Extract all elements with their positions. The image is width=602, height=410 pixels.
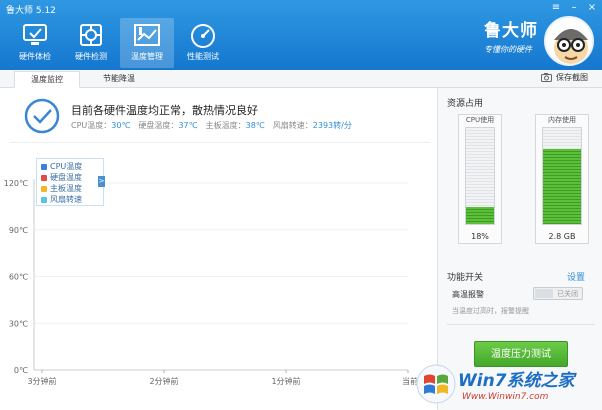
legend-item-board[interactable]: 主板温度 bbox=[41, 183, 99, 194]
save-screenshot-button[interactable]: 保存截图 bbox=[541, 72, 588, 83]
nav-label: 硬件检测 bbox=[75, 52, 107, 61]
chart-legend: CPU温度 硬盘温度 主板温度 风扇转速 bbox=[36, 158, 104, 206]
header: 鲁大师 5.12 ≡ – × 硬件体检 硬件检测 温度管理 性能测试 鲁大师 专… bbox=[0, 0, 602, 70]
window-controls: ≡ – × bbox=[550, 2, 598, 13]
board-temperature: 主板温度：38℃ bbox=[205, 121, 265, 130]
site-watermark: Win7系统之家 Www.Winwin7.com bbox=[412, 360, 602, 410]
legend-swatch bbox=[41, 196, 47, 203]
x-tick-label: 2分钟前 bbox=[149, 376, 178, 386]
nav-label: 性能测试 bbox=[187, 52, 219, 61]
y-tick-label: 30℃ bbox=[9, 319, 28, 328]
gauge-track bbox=[465, 127, 495, 225]
main-nav: 硬件体检 硬件检测 温度管理 性能测试 bbox=[8, 18, 232, 68]
disk-temperature: 硬盘温度：37℃ bbox=[138, 121, 198, 130]
legend-collapse-button[interactable]: > bbox=[98, 176, 105, 187]
tab-bar: 温度监控 节能降温 bbox=[0, 70, 602, 88]
nav-hardware-checkup[interactable]: 硬件体检 bbox=[8, 18, 62, 68]
app-title: 鲁大师 5.12 bbox=[6, 6, 56, 16]
nav-temperature-management[interactable]: 温度管理 bbox=[120, 18, 174, 68]
circuit-board-icon bbox=[80, 24, 102, 46]
memory-usage-label: 内存使用 bbox=[548, 116, 576, 124]
high-temp-alarm-toggle[interactable]: 已关闭 bbox=[533, 287, 583, 300]
y-tick-label: 60℃ bbox=[9, 273, 28, 282]
speedometer-icon bbox=[191, 24, 215, 48]
nav-performance-test[interactable]: 性能测试 bbox=[176, 18, 230, 68]
nav-label: 硬件体检 bbox=[19, 52, 51, 61]
monitor-check-icon bbox=[23, 24, 47, 45]
resource-usage-title: 资源占用 bbox=[447, 99, 484, 109]
high-temp-alarm-description: 当温度过高时，报警提醒 bbox=[452, 307, 529, 315]
cpu-usage-gauge: CPU使用 18% bbox=[458, 114, 502, 244]
memory-usage-fill bbox=[543, 149, 581, 224]
status-ok-icon bbox=[24, 98, 60, 134]
toggle-knob bbox=[535, 289, 553, 298]
thermometer-chart-icon bbox=[134, 24, 160, 46]
toggle-state: 已关闭 bbox=[557, 290, 578, 298]
legend-item-fan[interactable]: 风扇转速 bbox=[41, 194, 99, 205]
feature-switches-title: 功能开关 bbox=[447, 273, 484, 283]
fan-speed: 风扇转速：2393转/分 bbox=[272, 121, 352, 130]
tab-temperature-monitor[interactable]: 温度监控 bbox=[14, 71, 80, 88]
cpu-usage-fill bbox=[466, 206, 494, 224]
windows-logo-icon bbox=[416, 364, 456, 404]
camera-icon bbox=[541, 73, 552, 82]
minimize-icon[interactable]: – bbox=[568, 2, 580, 13]
memory-usage-value: 2.8 GB bbox=[548, 232, 576, 241]
y-tick-label: 120℃ bbox=[4, 179, 28, 188]
high-temp-alarm-label: 高温报警 bbox=[452, 290, 484, 299]
legend-swatch bbox=[41, 185, 47, 192]
settings-link[interactable]: 设置 bbox=[567, 270, 585, 283]
x-tick-label: 3分钟前 bbox=[27, 376, 56, 386]
divider bbox=[447, 324, 595, 325]
close-icon[interactable]: × bbox=[586, 2, 598, 13]
legend-swatch bbox=[41, 174, 47, 181]
mascot-avatar bbox=[544, 16, 594, 66]
legend-swatch bbox=[41, 163, 47, 170]
watermark-title: Win7系统之家 bbox=[458, 371, 575, 391]
status-title: 目前各硬件温度均正常，散热情况良好 bbox=[71, 104, 258, 117]
cpu-temperature: CPU温度：30℃ bbox=[71, 121, 131, 130]
save-screenshot-label: 保存截图 bbox=[556, 73, 588, 82]
menu-icon[interactable]: ≡ bbox=[550, 2, 562, 13]
gauge-track bbox=[542, 127, 582, 225]
tab-energy-saving[interactable]: 节能降温 bbox=[86, 71, 152, 88]
cpu-usage-value: 18% bbox=[471, 232, 489, 241]
temperature-readouts: CPU温度：30℃ 硬盘温度：37℃ 主板温度：38℃ 风扇转速：2393转/分 bbox=[71, 120, 352, 131]
x-tick-label: 1分钟前 bbox=[271, 376, 300, 386]
legend-item-cpu[interactable]: CPU温度 bbox=[41, 161, 99, 172]
nav-label: 温度管理 bbox=[131, 52, 163, 61]
y-tick-label: 90℃ bbox=[9, 226, 28, 235]
brand: 鲁大师 专懂你的硬件 bbox=[484, 16, 538, 55]
brand-name: 鲁大师 bbox=[484, 21, 538, 41]
cpu-usage-label: CPU使用 bbox=[465, 116, 495, 124]
brand-slogan: 专懂你的硬件 bbox=[484, 45, 532, 54]
y-tick-label: 0℃ bbox=[14, 366, 28, 375]
watermark-url: Www.Winwin7.com bbox=[462, 392, 549, 402]
memory-usage-gauge: 内存使用 2.8 GB bbox=[535, 114, 589, 244]
nav-hardware-detect[interactable]: 硬件检测 bbox=[64, 18, 118, 68]
legend-item-disk[interactable]: 硬盘温度 bbox=[41, 172, 99, 183]
divider bbox=[10, 142, 430, 143]
